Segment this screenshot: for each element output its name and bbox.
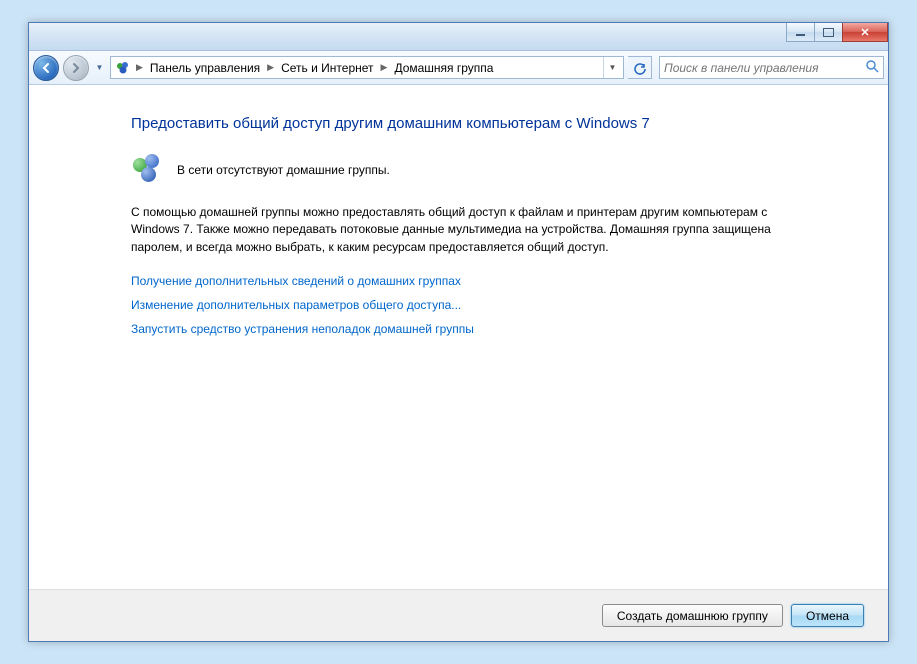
status-text: В сети отсутствуют домашние группы.	[177, 163, 390, 177]
titlebar	[29, 23, 888, 51]
history-dropdown[interactable]: ▼	[93, 56, 106, 80]
address-bar[interactable]: ▶ Панель управления ▶ Сеть и Интернет ▶ …	[110, 56, 624, 79]
breadcrumb-item[interactable]: Сеть и Интернет	[277, 61, 377, 75]
search-box[interactable]	[659, 56, 884, 79]
minimize-button[interactable]	[786, 23, 815, 42]
create-homegroup-button[interactable]: Создать домашнюю группу	[602, 604, 783, 627]
footer: Создать домашнюю группу Отмена	[29, 589, 888, 641]
breadcrumb-item[interactable]: Панель управления	[146, 61, 264, 75]
link-troubleshoot[interactable]: Запустить средство устранения неполадок …	[131, 322, 786, 336]
forward-button[interactable]	[63, 55, 89, 81]
cancel-button[interactable]: Отмена	[791, 604, 864, 627]
search-input[interactable]	[664, 61, 866, 75]
link-advanced-sharing[interactable]: Изменение дополнительных параметров обще…	[131, 298, 786, 312]
description-text: С помощью домашней группы можно предоста…	[131, 204, 786, 256]
search-icon	[866, 60, 879, 76]
breadcrumb-item[interactable]: Домашняя группа	[390, 61, 497, 75]
close-button[interactable]	[842, 23, 888, 42]
chevron-right-icon: ▶	[378, 62, 391, 73]
maximize-button[interactable]	[814, 23, 843, 42]
chevron-right-icon: ▶	[133, 62, 146, 73]
chevron-right-icon: ▶	[264, 62, 277, 73]
back-button[interactable]	[33, 55, 59, 81]
control-panel-window: ▼ ▶ Панель управления ▶ Сеть и Интернет …	[28, 22, 889, 642]
homegroup-large-icon	[131, 154, 163, 186]
content-area: Предоставить общий доступ другим домашни…	[29, 85, 888, 589]
address-dropdown[interactable]: ▼	[603, 57, 621, 78]
page-heading: Предоставить общий доступ другим домашни…	[131, 115, 786, 132]
homegroup-icon	[115, 60, 131, 76]
navigation-bar: ▼ ▶ Панель управления ▶ Сеть и Интернет …	[29, 51, 888, 85]
link-more-info[interactable]: Получение дополнительных сведений о дома…	[131, 274, 786, 288]
refresh-button[interactable]	[628, 56, 652, 79]
